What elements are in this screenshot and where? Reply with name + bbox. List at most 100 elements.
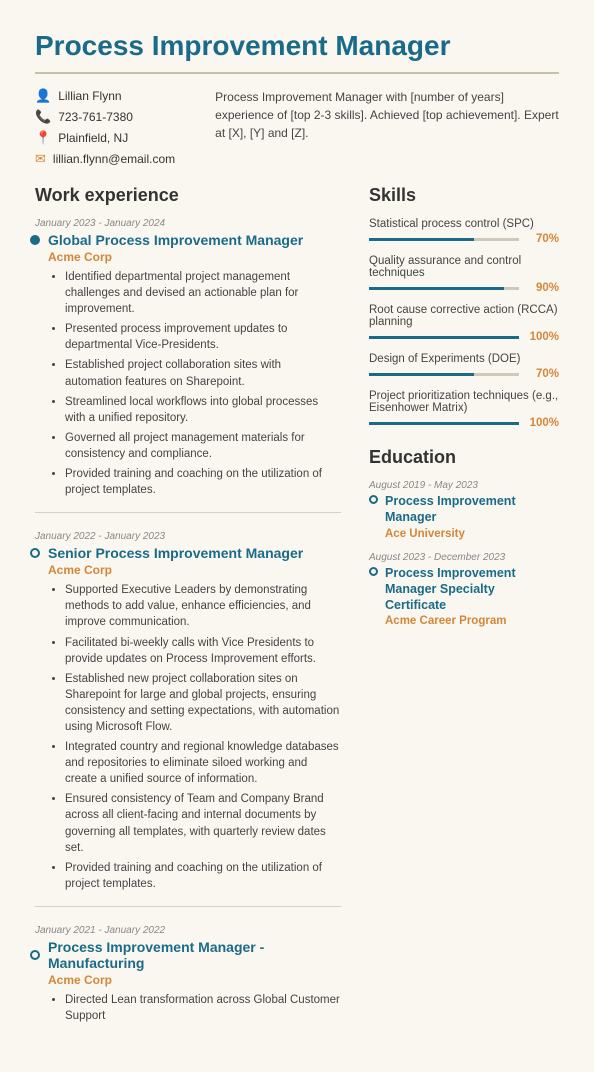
job-title-row: Senior Process Improvement Manager	[35, 545, 341, 561]
skill-bar-row: 100%	[369, 417, 559, 429]
location-icon: 📍	[35, 130, 51, 146]
education-section: Education August 2019 - May 2023 Process …	[369, 447, 559, 627]
skill-item: Project prioritization techniques (e.g.,…	[369, 390, 559, 429]
job-bullet: Governed all project management material…	[65, 430, 341, 462]
job-bullet: Presented process improvement updates to…	[65, 321, 341, 353]
company-name: Acme Corp	[48, 563, 341, 577]
edu-entry: August 2019 - May 2023 Process Improvemen…	[369, 480, 559, 540]
job-bullet: Established new project collaboration si…	[65, 671, 341, 735]
skill-bar-fill	[369, 373, 474, 376]
job-title: Global Process Improvement Manager	[48, 232, 303, 248]
skill-bar-row: 90%	[369, 282, 559, 294]
skill-bar-fill	[369, 238, 474, 241]
skill-bar-bg	[369, 238, 519, 241]
page-title: Process Improvement Manager	[35, 30, 559, 62]
job-bullet: Directed Lean transformation across Glob…	[65, 992, 341, 1024]
skill-bar-bg	[369, 287, 519, 290]
skill-label: Root cause corrective action (RCCA) plan…	[369, 304, 559, 328]
skill-item: Design of Experiments (DOE) 70%	[369, 353, 559, 380]
edu-entry: August 2023 - December 2023 Process Impro…	[369, 552, 559, 628]
company-name: Acme Corp	[48, 973, 341, 987]
skill-percentage: 90%	[527, 282, 559, 294]
skill-label: Statistical process control (SPC)	[369, 218, 559, 230]
contact-email: ✉ lillian.flynn@email.com	[35, 151, 175, 167]
skill-percentage: 100%	[527, 417, 559, 429]
header-divider	[35, 72, 559, 74]
edu-title: Process Improvement Manager Specialty Ce…	[385, 565, 559, 614]
job-bullets: Directed Lean transformation across Glob…	[53, 992, 341, 1024]
job-dot	[30, 950, 40, 960]
job-bullet: Provided training and coaching on the ut…	[65, 860, 341, 892]
skill-percentage: 100%	[527, 331, 559, 343]
edu-title: Process Improvement Manager	[385, 493, 559, 526]
education-title: Education	[369, 447, 559, 468]
skills-title: Skills	[369, 185, 559, 206]
job-title: Senior Process Improvement Manager	[48, 545, 303, 561]
job-title-row: Process Improvement Manager - Manufactur…	[35, 939, 341, 971]
contact-section: 👤 Lillian Flynn 📞 723-761-7380 📍 Plainfi…	[35, 88, 559, 167]
job-date: January 2022 - January 2023	[35, 531, 341, 542]
job-bullets: Identified departmental project manageme…	[53, 269, 341, 498]
skill-bar-row: 100%	[369, 331, 559, 343]
skill-bar-fill	[369, 336, 519, 339]
job-title: Process Improvement Manager - Manufactur…	[48, 939, 341, 971]
phone-icon: 📞	[35, 109, 51, 125]
skill-item: Root cause corrective action (RCCA) plan…	[369, 304, 559, 343]
contact-location: 📍 Plainfield, NJ	[35, 130, 175, 146]
job-bullet: Streamlined local workflows into global …	[65, 394, 341, 426]
contact-phone: 📞 723-761-7380	[35, 109, 175, 125]
job-bullet: Provided training and coaching on the ut…	[65, 466, 341, 498]
email-icon: ✉	[35, 151, 46, 167]
skill-item: Statistical process control (SPC) 70%	[369, 218, 559, 245]
edu-dot	[369, 567, 378, 576]
skill-label: Project prioritization techniques (e.g.,…	[369, 390, 559, 414]
skill-bar-row: 70%	[369, 368, 559, 380]
skill-percentage: 70%	[527, 368, 559, 380]
skill-bar-bg	[369, 422, 519, 425]
job-bullet: Facilitated bi-weekly calls with Vice Pr…	[65, 635, 341, 667]
job-entry: January 2021 - January 2022 Process Impro…	[35, 925, 341, 1024]
job-bullet: Ensured consistency of Team and Company …	[65, 791, 341, 855]
skill-bar-bg	[369, 373, 519, 376]
skills-container: Statistical process control (SPC) 70% Qual…	[369, 218, 559, 429]
skill-bar-row: 70%	[369, 233, 559, 245]
skill-bar-bg	[369, 336, 519, 339]
edu-date: August 2023 - December 2023	[369, 552, 559, 563]
job-bullet: Integrated country and regional knowledg…	[65, 739, 341, 787]
job-date: January 2021 - January 2022	[35, 925, 341, 936]
jobs-container: January 2023 - January 2024 Global Proces…	[35, 218, 341, 1024]
skill-label: Design of Experiments (DOE)	[369, 353, 559, 365]
page: Process Improvement Manager 👤 Lillian Fl…	[0, 0, 594, 1072]
education-container: August 2019 - May 2023 Process Improvemen…	[369, 480, 559, 627]
skill-percentage: 70%	[527, 233, 559, 245]
company-name: Acme Corp	[48, 250, 341, 264]
skill-bar-fill	[369, 287, 504, 290]
edu-company: Acme Career Program	[385, 615, 559, 627]
work-experience-title: Work experience	[35, 185, 341, 206]
job-entry: January 2022 - January 2023 Senior Proces…	[35, 531, 341, 907]
edu-title-row: Process Improvement Manager	[369, 493, 559, 526]
summary-text: Process Improvement Manager with [number…	[215, 88, 559, 167]
edu-date: August 2019 - May 2023	[369, 480, 559, 491]
job-bullet: Identified departmental project manageme…	[65, 269, 341, 317]
job-title-row: Global Process Improvement Manager	[35, 232, 341, 248]
edu-dot	[369, 495, 378, 504]
edu-company: Ace University	[385, 528, 559, 540]
job-date: January 2023 - January 2024	[35, 218, 341, 229]
job-divider	[35, 906, 341, 907]
left-column: Work experience January 2023 - January 2…	[35, 185, 341, 1042]
job-divider	[35, 512, 341, 513]
job-bullet: Established project collaboration sites …	[65, 357, 341, 389]
job-dot	[30, 235, 40, 245]
job-bullet: Supported Executive Leaders by demonstra…	[65, 582, 341, 630]
job-bullets: Supported Executive Leaders by demonstra…	[53, 582, 341, 892]
work-experience-section: Work experience January 2023 - January 2…	[35, 185, 341, 1024]
contact-left: 👤 Lillian Flynn 📞 723-761-7380 📍 Plainfi…	[35, 88, 175, 167]
person-icon: 👤	[35, 88, 51, 104]
main-content: Work experience January 2023 - January 2…	[35, 185, 559, 1042]
right-column: Skills Statistical process control (SPC)…	[369, 185, 559, 1042]
contact-name: 👤 Lillian Flynn	[35, 88, 175, 104]
job-entry: January 2023 - January 2024 Global Proces…	[35, 218, 341, 513]
skill-label: Quality assurance and control techniques	[369, 255, 559, 279]
edu-title-row: Process Improvement Manager Specialty Ce…	[369, 565, 559, 614]
